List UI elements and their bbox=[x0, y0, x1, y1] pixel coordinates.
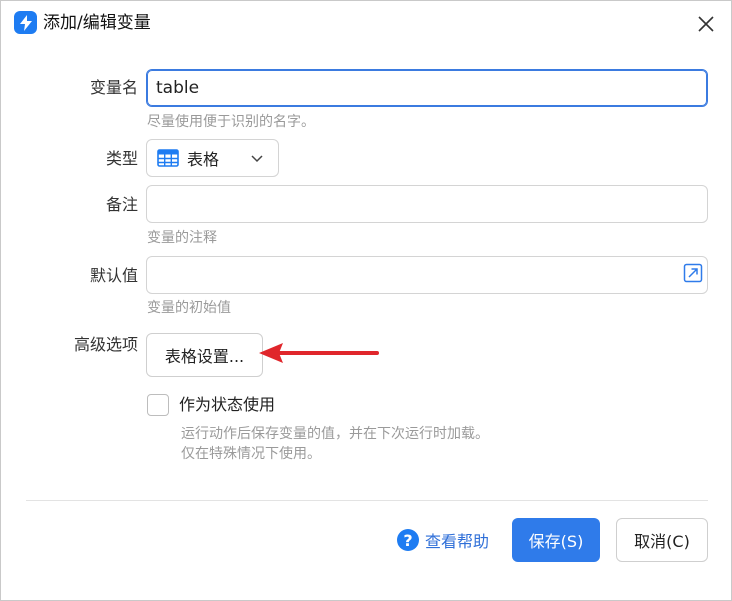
default-hint: 变量的初始值 bbox=[147, 300, 231, 316]
state-hint-line2: 仅在特殊情况下使用。 bbox=[181, 446, 321, 462]
expand-editor-icon[interactable] bbox=[683, 263, 703, 283]
help-icon: ? bbox=[397, 529, 419, 551]
use-as-state-label: 作为状态使用 bbox=[179, 395, 276, 414]
type-dropdown[interactable]: 表格 bbox=[146, 139, 279, 177]
chevron-down-icon bbox=[251, 155, 263, 163]
table-settings-button[interactable]: 表格设置... bbox=[146, 333, 263, 377]
state-hint-line1: 运行动作后保存变量的值，并在下次运行时加载。 bbox=[181, 426, 489, 442]
type-value: 表格 bbox=[187, 150, 220, 169]
default-value-input[interactable] bbox=[146, 256, 708, 294]
help-link[interactable]: ? 查看帮助 bbox=[397, 528, 489, 552]
type-label: 类型 bbox=[105, 149, 138, 168]
advanced-label: 高级选项 bbox=[73, 335, 138, 354]
note-hint: 变量的注释 bbox=[147, 230, 217, 246]
lightning-icon bbox=[14, 11, 37, 34]
close-icon bbox=[698, 16, 714, 32]
note-input[interactable] bbox=[146, 185, 708, 223]
add-edit-variable-dialog: 添加/编辑变量 变量名 尽量使用便于识别的名字。 类型 表格 备注 变量的注释 … bbox=[0, 0, 732, 601]
name-label: 变量名 bbox=[89, 78, 138, 97]
save-button[interactable]: 保存(S) bbox=[512, 518, 600, 562]
footer-divider bbox=[26, 500, 708, 501]
annotation-arrow-icon bbox=[259, 343, 379, 363]
cancel-button[interactable]: 取消(C) bbox=[616, 518, 708, 562]
help-label: 查看帮助 bbox=[425, 532, 490, 551]
table-grid-icon bbox=[157, 149, 179, 167]
close-button[interactable] bbox=[692, 10, 720, 38]
dialog-title: 添加/编辑变量 bbox=[43, 13, 151, 33]
name-input[interactable] bbox=[146, 69, 708, 107]
default-label: 默认值 bbox=[89, 266, 138, 285]
note-label: 备注 bbox=[105, 195, 138, 214]
name-hint: 尽量使用便于识别的名字。 bbox=[147, 114, 315, 130]
use-as-state-checkbox[interactable] bbox=[147, 394, 169, 416]
